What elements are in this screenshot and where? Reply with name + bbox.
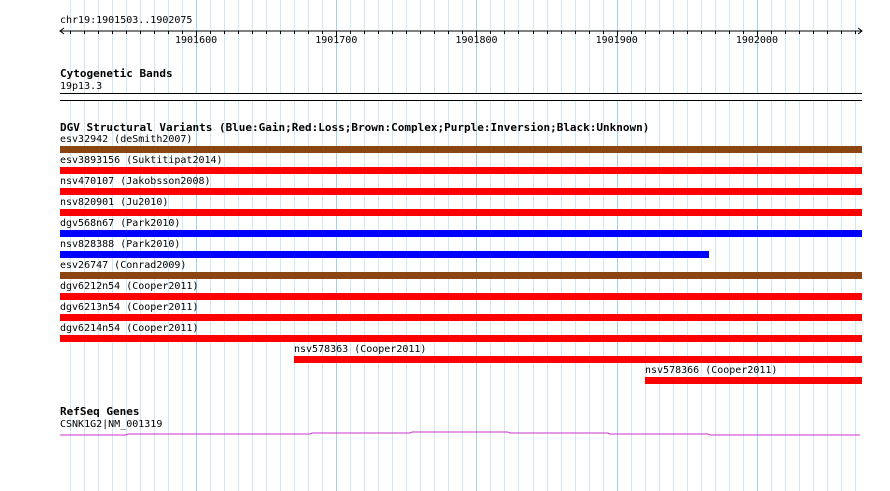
dgv-variant-bar[interactable] <box>294 356 862 363</box>
dgv-variant-label[interactable]: dgv6213n54 (Cooper2011) <box>60 302 198 313</box>
dgv-variant-label[interactable]: esv32942 (deSmith2007) <box>60 134 192 145</box>
dgv-variant-label[interactable]: nsv820901 (Ju2010) <box>60 197 168 208</box>
dgv-variant-label[interactable]: nsv578363 (Cooper2011) <box>294 344 426 355</box>
dgv-variant-label[interactable]: dgv6212n54 (Cooper2011) <box>60 281 198 292</box>
refseq-track-title[interactable]: RefSeq Genes <box>60 406 139 418</box>
ruler-tick-label: 1901900 <box>595 35 638 46</box>
dgv-variant-bar[interactable] <box>60 188 862 195</box>
dgv-variant-label[interactable]: nsv470107 (Jakobsson2008) <box>60 176 211 187</box>
dgv-variant-label[interactable]: dgv568n67 (Park2010) <box>60 218 180 229</box>
dgv-variant-bar[interactable] <box>60 251 709 258</box>
dgv-variant-label[interactable]: nsv578366 (Cooper2011) <box>645 365 777 376</box>
dgv-variant-bar[interactable] <box>60 314 862 321</box>
ruler-tick-label: 1901800 <box>455 35 498 46</box>
dgv-variant-bar[interactable] <box>645 377 862 384</box>
ruler-tick-label: 1901600 <box>175 35 218 46</box>
dgv-variant-label[interactable]: esv3893156 (Suktitipat2014) <box>60 155 223 166</box>
dgv-track-title[interactable]: DGV Structural Variants (Blue:Gain;Red:L… <box>60 122 649 134</box>
dgv-variant-label[interactable]: nsv828388 (Park2010) <box>60 239 180 250</box>
dgv-variant-bar[interactable] <box>60 230 862 237</box>
dgv-variant-bar[interactable] <box>60 209 862 216</box>
dgv-variant-bar[interactable] <box>60 293 862 300</box>
ruler-tick-label: 1901700 <box>315 35 358 46</box>
dgv-variant-bar[interactable] <box>60 272 862 279</box>
cytoband-label: 19p13.3 <box>60 81 103 92</box>
refseq-gene-model[interactable] <box>0 425 890 439</box>
dgv-variant-bar[interactable] <box>60 167 862 174</box>
ruler-tick-label: 1902000 <box>735 35 778 46</box>
cytoband-ideogram[interactable] <box>60 93 862 101</box>
dgv-variant-bar[interactable] <box>60 146 862 153</box>
dgv-variant-label[interactable]: esv26747 (Conrad2009) <box>60 260 186 271</box>
cytoband-track-title[interactable]: Cytogenetic Bands <box>60 68 173 80</box>
dgv-variant-label[interactable]: dgv6214n54 (Cooper2011) <box>60 323 198 334</box>
dgv-variant-bar[interactable] <box>60 335 862 342</box>
